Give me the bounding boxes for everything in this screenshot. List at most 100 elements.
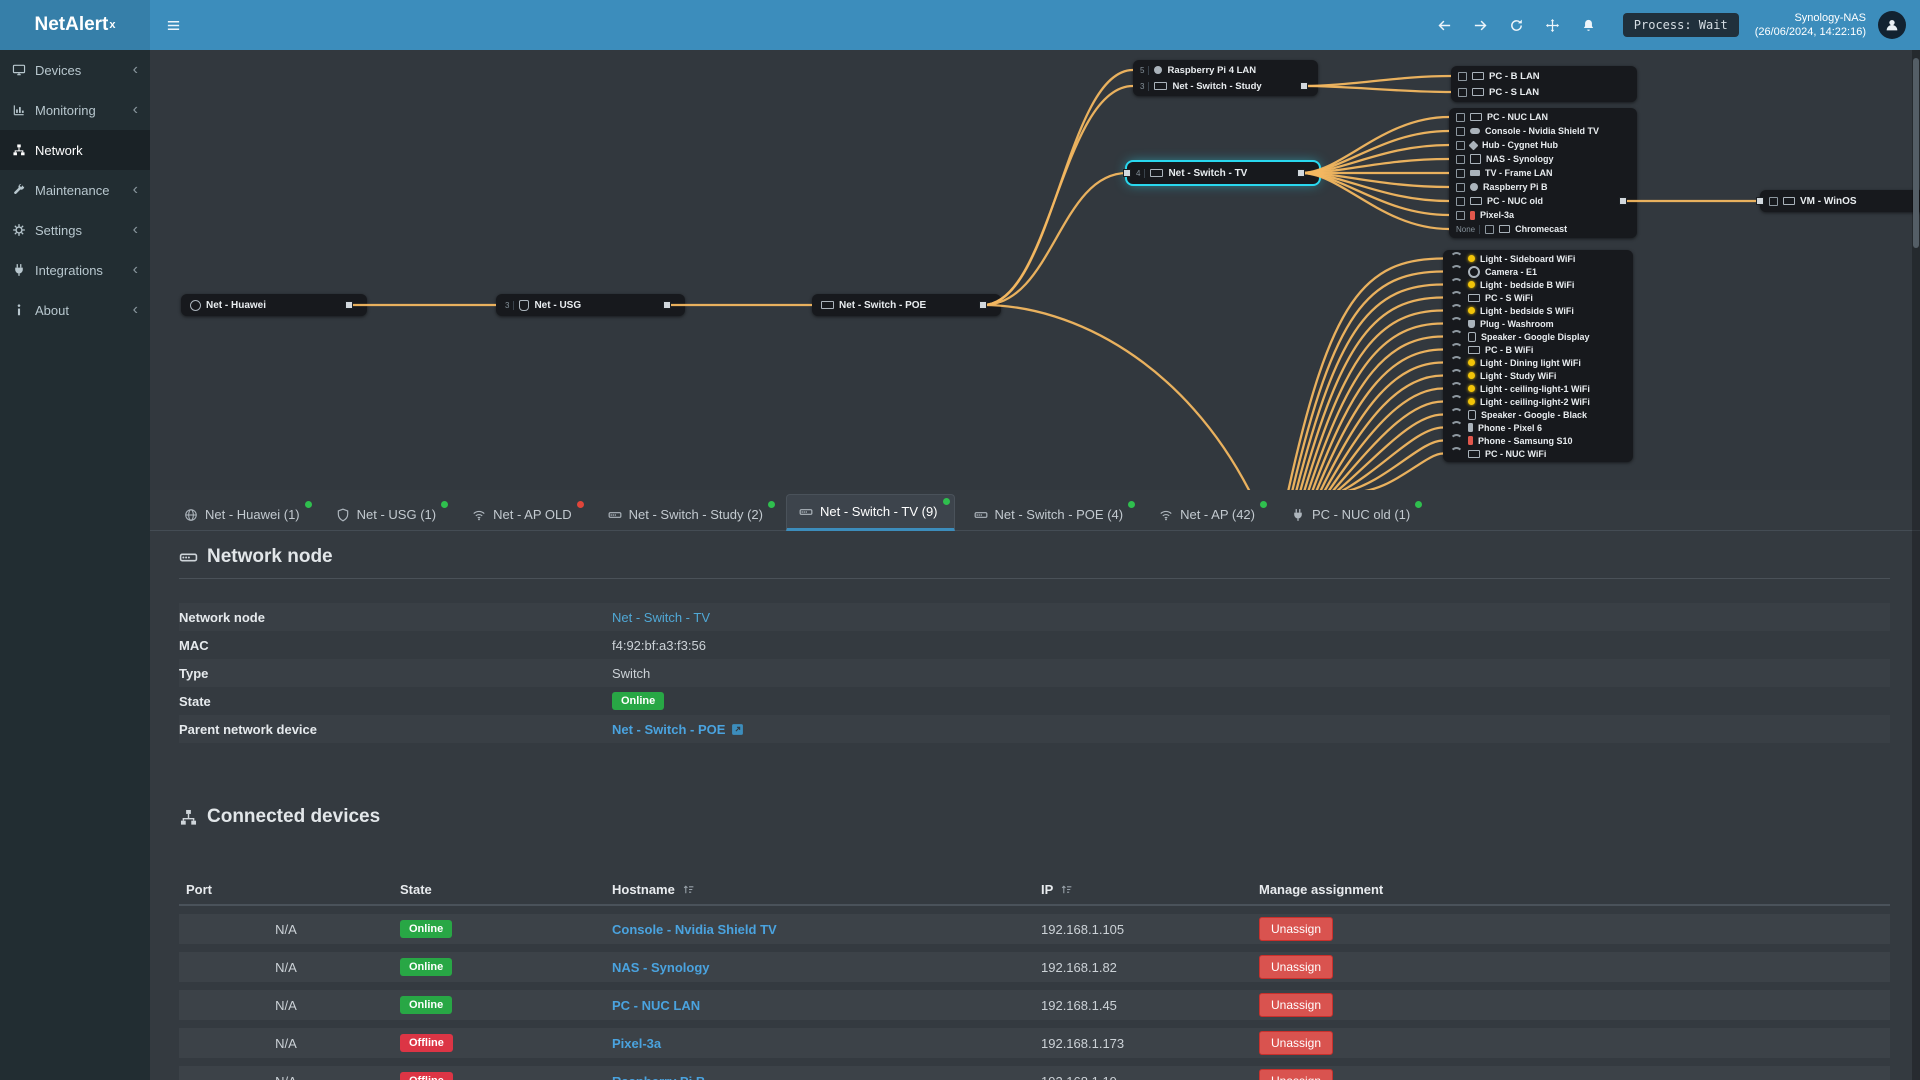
device-node-row[interactable]: PC - S LAN — [1458, 84, 1630, 100]
field-row: MAC f4:92:bf:a3:f3:56 — [179, 631, 1890, 659]
tab-net-ap-42[interactable]: Net - AP (42) — [1146, 497, 1272, 531]
device-node-row[interactable]: Light - Study WiFi — [1450, 369, 1626, 382]
field-label: Parent network device — [179, 721, 317, 737]
hostname-link[interactable]: Raspberry Pi B — [612, 1074, 705, 1080]
device-node-row[interactable]: Pixel-3a — [1456, 208, 1630, 222]
chevron-left-icon: ‹ — [132, 101, 138, 118]
device-node-row[interactable]: Hub - Cygnet Hub — [1456, 138, 1630, 152]
tab-net-switch-study-2[interactable]: Net - Switch - Study (2) — [595, 497, 780, 531]
sidebar-item-maintenance[interactable]: Maintenance ‹ — [0, 170, 150, 210]
device-node-row[interactable]: Net - Huawei — [190, 294, 266, 316]
vertical-scrollbar[interactable] — [1912, 50, 1920, 1080]
app-logo[interactable]: NetAlert x — [0, 0, 150, 50]
notifications-button[interactable] — [1571, 0, 1607, 50]
sidebar-item-devices[interactable]: Devices ‹ — [0, 50, 150, 90]
nav-forward-button[interactable] — [1463, 0, 1499, 50]
device-label: PC - S LAN — [1489, 86, 1540, 98]
unassign-button[interactable]: Unassign — [1259, 993, 1334, 1017]
device-node-row[interactable]: TV - Frame LAN — [1456, 166, 1630, 180]
tab-net-usg-1[interactable]: Net - USG (1) — [323, 497, 453, 531]
hostname-link[interactable]: Console - Nvidia Shield TV — [612, 922, 777, 937]
sidebar-item-integrations[interactable]: Integrations ‹ — [0, 250, 150, 290]
node-net-usg[interactable]: 3 Net - USG — [496, 294, 685, 316]
sidebar-item-about[interactable]: About ‹ — [0, 290, 150, 330]
node-net-switch-poe[interactable]: Net - Switch - POE — [812, 294, 1001, 316]
device-node-row[interactable]: Light - Sideboard WiFi — [1450, 252, 1626, 265]
node-group-study[interactable]: 5 Raspberry Pi 4 LAN 3 Net - Switch - Study — [1133, 60, 1318, 96]
node-vm-winos[interactable]: VM - WinOS — [1760, 190, 1920, 212]
device-node-row[interactable]: PC - B LAN — [1458, 68, 1630, 84]
device-node-row[interactable]: Speaker - Google Display — [1450, 330, 1626, 343]
parent-node-link[interactable]: Net - Switch - POE — [612, 722, 725, 737]
hostname-link[interactable]: PC - NUC LAN — [612, 998, 700, 1013]
device-node-row[interactable]: Net - Switch - POE — [821, 294, 926, 316]
unassign-button[interactable]: Unassign — [1259, 917, 1334, 941]
device-node-row[interactable]: NAS - Synology — [1456, 152, 1630, 166]
device-node-row[interactable]: Light - ceiling-light-2 WiFi — [1450, 395, 1626, 408]
switchd-icon — [821, 301, 834, 309]
hostname-link[interactable]: Pixel-3a — [612, 1036, 661, 1051]
node-group-pc-lan[interactable]: PC - B LAN PC - S LAN — [1451, 66, 1637, 102]
device-node-row[interactable]: Phone - Pixel 6 — [1450, 421, 1626, 434]
unassign-button[interactable]: Unassign — [1259, 955, 1334, 979]
node-group-tv-devices[interactable]: PC - NUC LAN Console - Nvidia Shield TV Hu… — [1449, 108, 1637, 238]
device-node-row[interactable]: PC - NUC old — [1456, 194, 1630, 208]
refresh-button[interactable] — [1499, 0, 1535, 50]
device-node-row[interactable]: Light - bedside B WiFi — [1450, 278, 1626, 291]
state-badge: Online — [400, 958, 453, 976]
hostname-link[interactable]: NAS - Synology — [612, 960, 710, 975]
nav-back-button[interactable] — [1427, 0, 1463, 50]
sort-icon[interactable] — [682, 883, 695, 896]
scrollbar-thumb[interactable] — [1913, 58, 1919, 248]
field-label: MAC — [179, 637, 209, 653]
tab-net-huawei-1[interactable]: Net - Huawei (1) — [171, 497, 317, 531]
status-dot-green — [1415, 501, 1423, 508]
sidebar-item-network[interactable]: Network — [0, 130, 150, 170]
tab-net-ap-old[interactable]: Net - AP OLD — [459, 497, 589, 531]
pc-icon — [1470, 197, 1482, 205]
tab-net-switch-poe-4[interactable]: Net - Switch - POE (4) — [961, 497, 1141, 531]
move-resize-button[interactable] — [1535, 0, 1571, 50]
device-node-row[interactable]: None Chromecast — [1456, 222, 1630, 236]
sidebar-item-settings[interactable]: Settings ‹ — [0, 210, 150, 250]
node-group-wifi-devices[interactable]: Light - Sideboard WiFi Camera - E1 Light -… — [1443, 250, 1633, 462]
device-node-row[interactable]: Plug - Washroom — [1450, 317, 1626, 330]
device-node-row[interactable]: Speaker - Google - Black — [1450, 408, 1626, 421]
tab-pc-nuc-old-1[interactable]: PC - NUC old (1) — [1278, 497, 1427, 531]
device-label: Hub - Cygnet Hub — [1482, 140, 1558, 150]
device-node-row[interactable]: Light - ceiling-light-1 WiFi — [1450, 382, 1626, 395]
unassign-button[interactable]: Unassign — [1259, 1031, 1334, 1055]
network-node-link[interactable]: Net - Switch - TV — [612, 610, 710, 625]
external-link-icon[interactable] — [731, 723, 744, 736]
sort-icon[interactable] — [1060, 883, 1073, 896]
user-avatar[interactable] — [1878, 11, 1906, 39]
switch-icon — [974, 508, 988, 522]
device-node-row[interactable]: PC - NUC WiFi — [1450, 447, 1626, 460]
device-node-row[interactable]: 3 Net - Switch - Study — [1140, 78, 1311, 94]
device-node-row[interactable]: Console - Nvidia Shield TV — [1456, 124, 1630, 138]
tab-net-switch-tv-9[interactable]: Net - Switch - TV (9) — [786, 494, 955, 531]
node-net-switch-tv-selected[interactable]: 4 Net - Switch - TV — [1127, 162, 1319, 184]
speaker-icon — [1468, 409, 1476, 420]
unassign-button[interactable]: Unassign — [1259, 1069, 1334, 1080]
device-node-row[interactable]: 3 Net - USG — [505, 294, 581, 316]
device-node-row[interactable]: Light - bedside S WiFi — [1450, 304, 1626, 317]
column-ip[interactable]: IP — [1034, 882, 1252, 897]
device-node-row[interactable]: VM - WinOS — [1769, 190, 1857, 212]
device-node-row[interactable]: Light - Dining light WiFi — [1450, 356, 1626, 369]
device-node-row[interactable]: 4 Net - Switch - TV — [1136, 162, 1247, 184]
ip-cell: 192.168.1.105 — [1041, 921, 1125, 937]
device-node-row[interactable]: 5 Raspberry Pi 4 LAN — [1140, 62, 1311, 78]
device-node-row[interactable]: Raspberry Pi B — [1456, 180, 1630, 194]
device-node-row[interactable]: Camera - E1 — [1450, 265, 1626, 278]
node-net-huawei[interactable]: Net - Huawei — [181, 294, 367, 316]
column-hostname[interactable]: Hostname — [605, 882, 1034, 897]
sidebar-item-monitoring[interactable]: Monitoring ‹ — [0, 90, 150, 130]
device-node-row[interactable]: PC - S WiFi — [1450, 291, 1626, 304]
device-node-row[interactable]: PC - B WiFi — [1450, 343, 1626, 356]
device-node-row[interactable]: PC - NUC LAN — [1456, 110, 1630, 124]
device-node-row[interactable]: Phone - Samsung S10 — [1450, 434, 1626, 447]
manage-cell: Unassign — [1252, 1031, 1890, 1055]
wifi-icon — [1450, 395, 1463, 408]
sidebar-toggle-button[interactable] — [150, 0, 196, 50]
